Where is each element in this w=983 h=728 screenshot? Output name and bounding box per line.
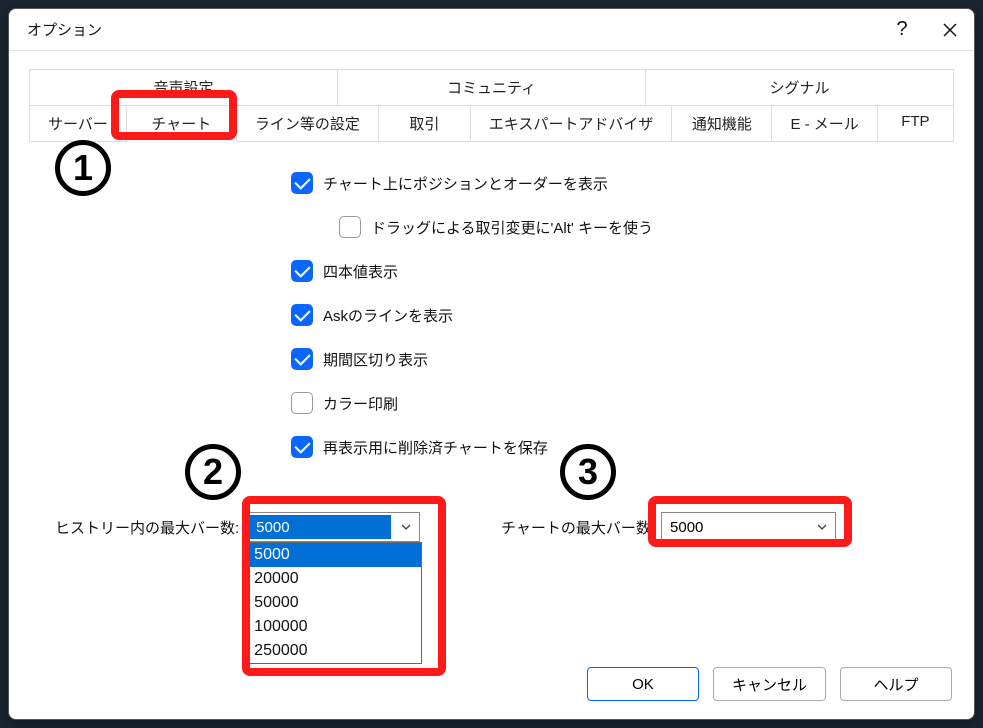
checkbox-row: カラー印刷: [291, 392, 944, 414]
close-icon[interactable]: [926, 9, 974, 51]
tab-ftp[interactable]: FTP: [878, 106, 954, 142]
tab-trade[interactable]: 取引: [379, 106, 471, 142]
checkbox-label: カラー印刷: [323, 393, 398, 414]
dropdown-option[interactable]: 250000: [246, 639, 421, 663]
combo-value: 5000: [662, 519, 809, 536]
tab-line-settings[interactable]: ライン等の設定: [237, 106, 379, 142]
button-bar: OK キャンセル ヘルプ: [9, 653, 974, 719]
checkbox-color-print[interactable]: [291, 392, 313, 414]
window-title: オプション: [27, 19, 102, 40]
tabs-area: 音声設定 コミュニティ シグナル サーバー チャート ライン等の設定 取引 エキ…: [9, 51, 974, 142]
checkbox-row: 再表示用に削除済チャートを保存: [291, 436, 944, 458]
history-bars-label: ヒストリー内の最大バー数:: [55, 517, 239, 538]
chart-bars-label: チャートの最大バー数:: [501, 517, 655, 538]
checkbox-label: ドラッグによる取引変更に'Alt' キーを使う: [371, 217, 653, 238]
tab-community[interactable]: コミュニティ: [338, 70, 646, 106]
checkbox-period-sep[interactable]: [291, 348, 313, 370]
chevron-down-icon[interactable]: [393, 513, 419, 541]
checkbox-row: 四本値表示: [291, 260, 944, 282]
tab-expert-advisor[interactable]: エキスパートアドバイザ: [471, 106, 673, 142]
history-bars-group: ヒストリー内の最大バー数: 5000 5000 20000 50000 1000…: [55, 512, 420, 542]
tab-notification[interactable]: 通知機能: [672, 106, 772, 142]
checkbox-label: 四本値表示: [323, 261, 398, 282]
tabs-row-bottom: サーバー チャート ライン等の設定 取引 エキスパートアドバイザ 通知機能 E …: [29, 106, 954, 142]
combo-value: 5000: [248, 515, 391, 539]
tab-email[interactable]: E - メール: [772, 106, 877, 142]
options-content: チャート上にポジションとオーダーを表示 ドラッグによる取引変更に'Alt' キー…: [9, 142, 974, 653]
checkbox-row: ドラッグによる取引変更に'Alt' キーを使う: [339, 216, 944, 238]
tab-server[interactable]: サーバー: [30, 106, 127, 142]
titlebar: オプション ?: [9, 9, 974, 51]
chart-bars-group: チャートの最大バー数: 5000: [501, 512, 836, 542]
checkbox-ohlc[interactable]: [291, 260, 313, 282]
chart-bars-combo[interactable]: 5000: [661, 512, 836, 542]
checkbox-row: チャート上にポジションとオーダーを表示: [291, 172, 944, 194]
options-dialog: オプション ? 音声設定 コミュニティ シグナル サーバー チャート ライン等の…: [8, 8, 975, 720]
dropdown-option[interactable]: 20000: [246, 567, 421, 591]
dropdown-option[interactable]: 5000: [246, 543, 421, 567]
checkbox-show-positions[interactable]: [291, 172, 313, 194]
checkbox-row: Askのラインを表示: [291, 304, 944, 326]
tab-sound-settings[interactable]: 音声設定: [30, 70, 338, 106]
checkbox-ask-line[interactable]: [291, 304, 313, 326]
checkbox-label: 期間区切り表示: [323, 349, 428, 370]
tabs-row-top: 音声設定 コミュニティ シグナル: [29, 69, 954, 106]
cancel-button[interactable]: キャンセル: [713, 667, 826, 701]
checkbox-drag-alt[interactable]: [339, 216, 361, 238]
history-bars-dropdown: 5000 20000 50000 100000 250000: [245, 542, 422, 664]
checkbox-row: 期間区切り表示: [291, 348, 944, 370]
checkbox-label: Askのラインを表示: [323, 305, 453, 326]
checkbox-label: 再表示用に削除済チャートを保存: [323, 437, 548, 458]
help-icon[interactable]: ?: [878, 9, 926, 51]
tab-chart[interactable]: チャート: [127, 106, 237, 142]
chevron-down-icon[interactable]: [809, 513, 835, 541]
checkbox-save-deleted[interactable]: [291, 436, 313, 458]
dropdown-option[interactable]: 50000: [246, 591, 421, 615]
help-button[interactable]: ヘルプ: [840, 667, 952, 701]
checkbox-label: チャート上にポジションとオーダーを表示: [323, 173, 608, 194]
tab-signal[interactable]: シグナル: [646, 70, 954, 106]
history-bars-combo[interactable]: 5000 5000 20000 50000 100000 250000: [245, 512, 420, 542]
ok-button[interactable]: OK: [587, 667, 699, 701]
dropdown-option[interactable]: 100000: [246, 615, 421, 639]
